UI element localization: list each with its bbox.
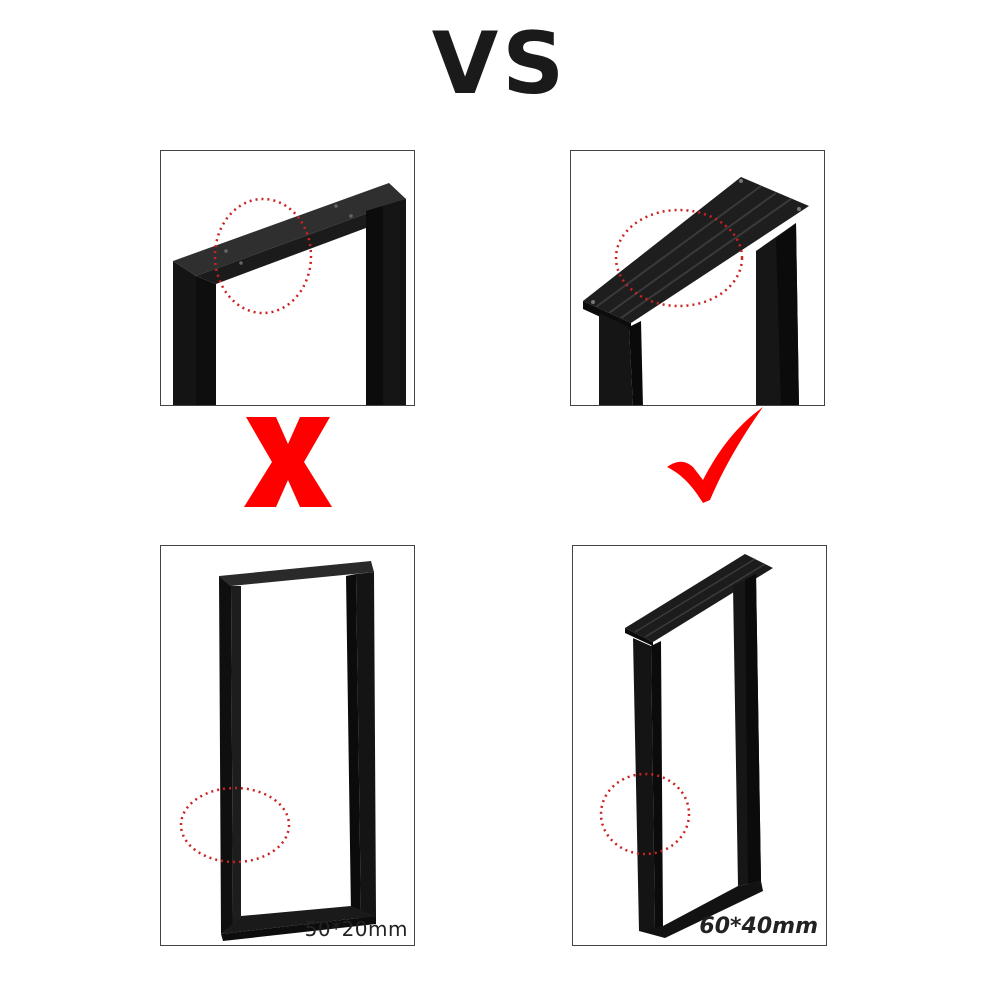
grooved-frame-full-illustration xyxy=(599,554,773,938)
page-title: VS xyxy=(431,14,569,114)
panel-grooved-frame-full: 60*40mm xyxy=(572,545,827,946)
red-check-icon xyxy=(667,407,763,503)
size-label-grooved: 60*40mm xyxy=(699,914,818,939)
grooved-frame-top-illustration xyxy=(583,177,809,405)
panel-grooved-top-closeup xyxy=(570,150,825,406)
thin-frame-full-illustration xyxy=(179,561,376,941)
thin-frame-top-illustration xyxy=(173,183,406,405)
red-x-icon xyxy=(244,417,332,507)
size-label-thin: 50*20mm xyxy=(304,917,408,941)
panel-thin-top-closeup xyxy=(160,150,415,406)
panel-thin-frame-full: 50*20mm xyxy=(160,545,415,946)
